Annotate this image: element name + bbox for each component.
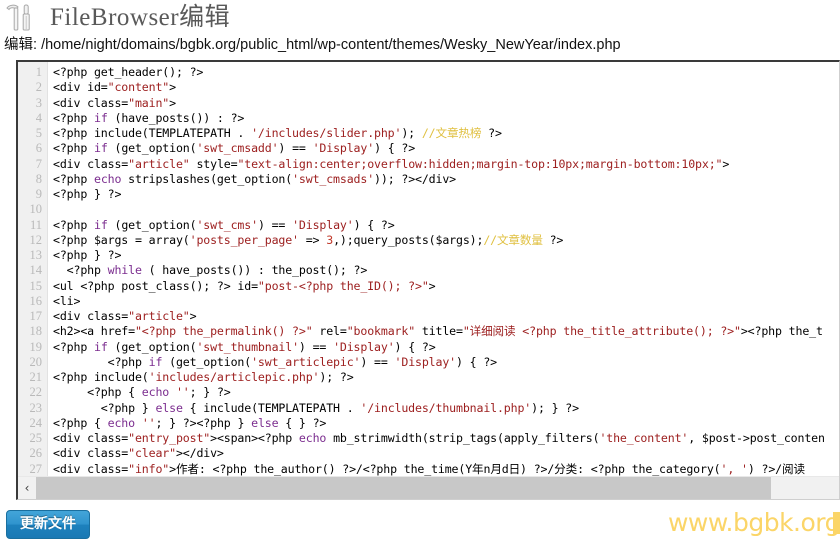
code-line: <?php while ( have_posts()) : the_post()… bbox=[53, 263, 839, 278]
code-line bbox=[53, 202, 839, 217]
line-number: 22 bbox=[18, 385, 47, 400]
line-number: 16 bbox=[18, 294, 47, 309]
code-line: <div class="info">作者: <?php the_author()… bbox=[53, 462, 839, 477]
line-number: 26 bbox=[18, 446, 47, 461]
code-content[interactable]: <?php get_header(); ?><div id="content">… bbox=[48, 62, 839, 477]
line-number: 6 bbox=[18, 141, 47, 156]
code-line: <?php include('includes/articlepic.php')… bbox=[53, 370, 839, 385]
code-line: <div id="content"> bbox=[53, 80, 839, 95]
code-line: <h2><a href="<?php the_permalink() ?>" r… bbox=[53, 324, 839, 339]
line-number: 25 bbox=[18, 431, 47, 446]
line-number: 13 bbox=[18, 248, 47, 263]
line-number: 14 bbox=[18, 263, 47, 278]
tools-icon bbox=[4, 3, 38, 33]
line-number: 18 bbox=[18, 324, 47, 339]
file-path-bar: 编辑: /home/night/domains/bgbk.org/public_… bbox=[0, 34, 840, 58]
code-line: <div class="clear"></div> bbox=[53, 446, 839, 461]
code-line: <?php { echo ''; } ?> bbox=[53, 385, 839, 400]
line-number: 4 bbox=[18, 111, 47, 126]
code-line: <div class="main"> bbox=[53, 96, 839, 111]
code-line: <?php if (get_option('swt_cms') == 'Disp… bbox=[53, 218, 839, 233]
line-number: 15 bbox=[18, 279, 47, 294]
code-line: <li> bbox=[53, 294, 839, 309]
watermark-accent-block bbox=[833, 512, 840, 534]
code-editor[interactable]: 1234567891011121314151617181920212223242… bbox=[16, 60, 840, 500]
code-line: <?php } ?> bbox=[53, 187, 839, 202]
line-number: 8 bbox=[18, 172, 47, 187]
code-line: <?php if (have_posts()) : ?> bbox=[53, 111, 839, 126]
update-file-button[interactable]: 更新文件 bbox=[6, 510, 90, 539]
file-path-label: 编辑: bbox=[4, 37, 37, 53]
code-line: <ul <?php post_class(); ?> id="post-<?ph… bbox=[53, 279, 839, 294]
code-line: <?php if (get_option('swt_cmsadd') == 'D… bbox=[53, 141, 839, 156]
app-header: FileBrowser编辑 bbox=[0, 0, 840, 34]
line-number: 19 bbox=[18, 340, 47, 355]
code-line: <div class="entry_post"><span><?php echo… bbox=[53, 431, 839, 446]
line-number: 5 bbox=[18, 126, 47, 141]
line-number: 10 bbox=[18, 202, 47, 217]
line-number: 11 bbox=[18, 218, 47, 233]
code-line: <?php } else { include(TEMPLATEPATH . '/… bbox=[53, 401, 839, 416]
code-editor-viewport[interactable]: 1234567891011121314151617181920212223242… bbox=[18, 62, 839, 477]
code-line: <?php echo stripslashes(get_option('swt_… bbox=[53, 172, 839, 187]
scroll-left-arrow-icon[interactable]: ‹ bbox=[18, 477, 36, 499]
line-number: 9 bbox=[18, 187, 47, 202]
code-line: <div class="article"> bbox=[53, 309, 839, 324]
code-line: <?php $args = array('posts_per_page' => … bbox=[53, 233, 839, 248]
line-number-gutter: 1234567891011121314151617181920212223242… bbox=[18, 62, 48, 477]
code-line: <?php { echo ''; } ?><?php } else { } ?> bbox=[53, 416, 839, 431]
line-number: 1 bbox=[18, 65, 47, 80]
line-number: 20 bbox=[18, 355, 47, 370]
line-number: 23 bbox=[18, 401, 47, 416]
line-number: 24 bbox=[18, 416, 47, 431]
code-line: <?php include(TEMPLATEPATH . '/includes/… bbox=[53, 126, 839, 141]
code-line: <?php } ?> bbox=[53, 248, 839, 263]
file-path-value: /home/night/domains/bgbk.org/public_html… bbox=[41, 37, 621, 53]
horizontal-scrollbar[interactable]: ‹ bbox=[18, 476, 839, 499]
line-number: 2 bbox=[18, 80, 47, 95]
line-number: 7 bbox=[18, 157, 47, 172]
line-number: 17 bbox=[18, 309, 47, 324]
code-line: <?php if (get_option('swt_articlepic') =… bbox=[53, 355, 839, 370]
code-line: <div class="article" style="text-align:c… bbox=[53, 157, 839, 172]
line-number: 27 bbox=[18, 462, 47, 477]
code-line: <?php if (get_option('swt_thumbnail') ==… bbox=[53, 340, 839, 355]
scrollbar-thumb[interactable] bbox=[36, 477, 771, 499]
editor-footer: 更新文件 www.bgbk.org bbox=[0, 506, 840, 540]
line-number: 21 bbox=[18, 370, 47, 385]
code-line: <?php get_header(); ?> bbox=[53, 65, 839, 80]
line-number: 3 bbox=[18, 96, 47, 111]
line-number: 12 bbox=[18, 233, 47, 248]
site-watermark: www.bgbk.org bbox=[668, 508, 840, 538]
scrollbar-track[interactable] bbox=[36, 477, 839, 499]
page-title: FileBrowser编辑 bbox=[50, 3, 230, 33]
